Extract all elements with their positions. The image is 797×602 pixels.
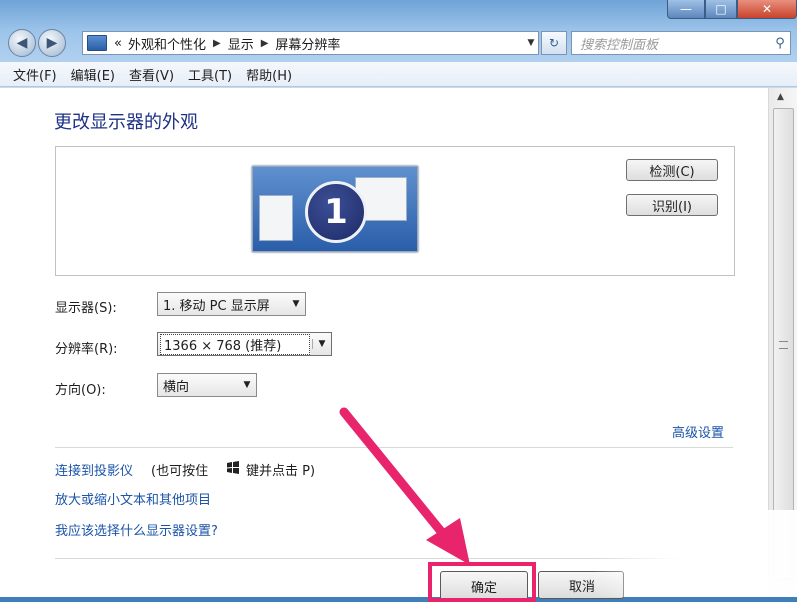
orientation-value: 横向 xyxy=(163,379,190,395)
breadcrumb-overflow[interactable]: « xyxy=(114,36,122,51)
control-panel-icon xyxy=(87,35,107,51)
menu-edit[interactable]: 编辑(E) xyxy=(64,65,122,84)
windows-logo-icon xyxy=(227,461,239,474)
search-input[interactable]: 搜索控制面板 xyxy=(572,34,770,53)
forward-button[interactable]: ▶ xyxy=(38,29,66,57)
chevron-down-icon[interactable]: ▼ xyxy=(524,38,538,48)
watermark-fade xyxy=(592,510,797,597)
connect-projector-link[interactable]: 连接到投影仪 xyxy=(55,460,133,479)
chevron-down-icon: ▼ xyxy=(243,380,251,390)
refresh-icon: ↻ xyxy=(548,36,560,50)
search-icon[interactable]: ⚲ xyxy=(770,36,790,51)
address-bar[interactable]: « 外观和个性化 ▶ 显示 ▶ 屏幕分辨率 ▼ xyxy=(82,31,539,55)
advanced-settings-link[interactable]: 高级设置 xyxy=(672,422,724,441)
detect-button[interactable]: 检测(C) xyxy=(626,159,718,181)
minimize-button[interactable]: — xyxy=(667,0,705,19)
breadcrumb-resolution[interactable]: 屏幕分辨率 xyxy=(275,34,340,53)
search-box[interactable]: 搜索控制面板 ⚲ xyxy=(571,31,791,55)
window-thumbnail-icon xyxy=(259,195,293,241)
maximize-button[interactable]: □ xyxy=(705,0,737,19)
menu-tools[interactable]: 工具(T) xyxy=(181,65,239,84)
menu-bar: 文件(F) 编辑(E) 查看(V) 工具(T) 帮助(H) xyxy=(0,62,797,87)
projector-hint-prefix: (也可按住 xyxy=(151,464,209,479)
monitor-number: 1 xyxy=(305,181,367,243)
page-title: 更改显示器的外观 xyxy=(54,112,198,133)
menu-file[interactable]: 文件(F) xyxy=(6,65,64,84)
refresh-button[interactable]: ↻ xyxy=(541,31,567,55)
menu-view[interactable]: 查看(V) xyxy=(122,65,181,84)
window-controls: — □ ✕ xyxy=(667,0,797,19)
breadcrumb-appearance[interactable]: 外观和个性化 xyxy=(128,34,206,53)
orientation-select[interactable]: 横向 ▼ xyxy=(157,373,257,397)
projector-hint-suffix: 键并点击 P) xyxy=(246,464,316,479)
back-button[interactable]: ◀ xyxy=(8,29,36,57)
orientation-label: 方向(O): xyxy=(55,383,106,398)
arrow-right-icon: ▶ xyxy=(46,35,58,51)
display-value: 1. 移动 PC 显示屏 xyxy=(163,298,270,314)
chevron-down-icon: ▼ xyxy=(312,339,331,349)
annotation-arrow-icon xyxy=(339,407,470,565)
grip-icon xyxy=(779,341,788,349)
arrow-left-icon: ◀ xyxy=(16,35,28,51)
close-button[interactable]: ✕ xyxy=(737,0,797,19)
menu-help[interactable]: 帮助(H) xyxy=(239,65,299,84)
identify-button[interactable]: 识别(I) xyxy=(626,194,718,216)
display-label: 显示器(S): xyxy=(55,301,117,316)
display-settings-help-link[interactable]: 我应该选择什么显示器设置? xyxy=(55,520,218,539)
scroll-up-icon[interactable]: ▲ xyxy=(777,92,784,102)
breadcrumb-separator-icon[interactable]: ▶ xyxy=(261,38,269,49)
resolution-value: 1366 × 768 (推荐) xyxy=(160,333,310,355)
breadcrumb-display[interactable]: 显示 xyxy=(228,34,254,53)
monitor-1[interactable]: 1 xyxy=(252,166,418,252)
chevron-down-icon: ▼ xyxy=(292,299,300,309)
text-size-link[interactable]: 放大或缩小文本和其他项目 xyxy=(55,489,211,508)
breadcrumb-separator-icon[interactable]: ▶ xyxy=(213,38,221,49)
display-select[interactable]: 1. 移动 PC 显示屏 ▼ xyxy=(157,292,306,316)
resolution-label: 分辨率(R): xyxy=(55,342,118,357)
resolution-select[interactable]: 1366 × 768 (推荐) ▼ xyxy=(157,332,332,356)
